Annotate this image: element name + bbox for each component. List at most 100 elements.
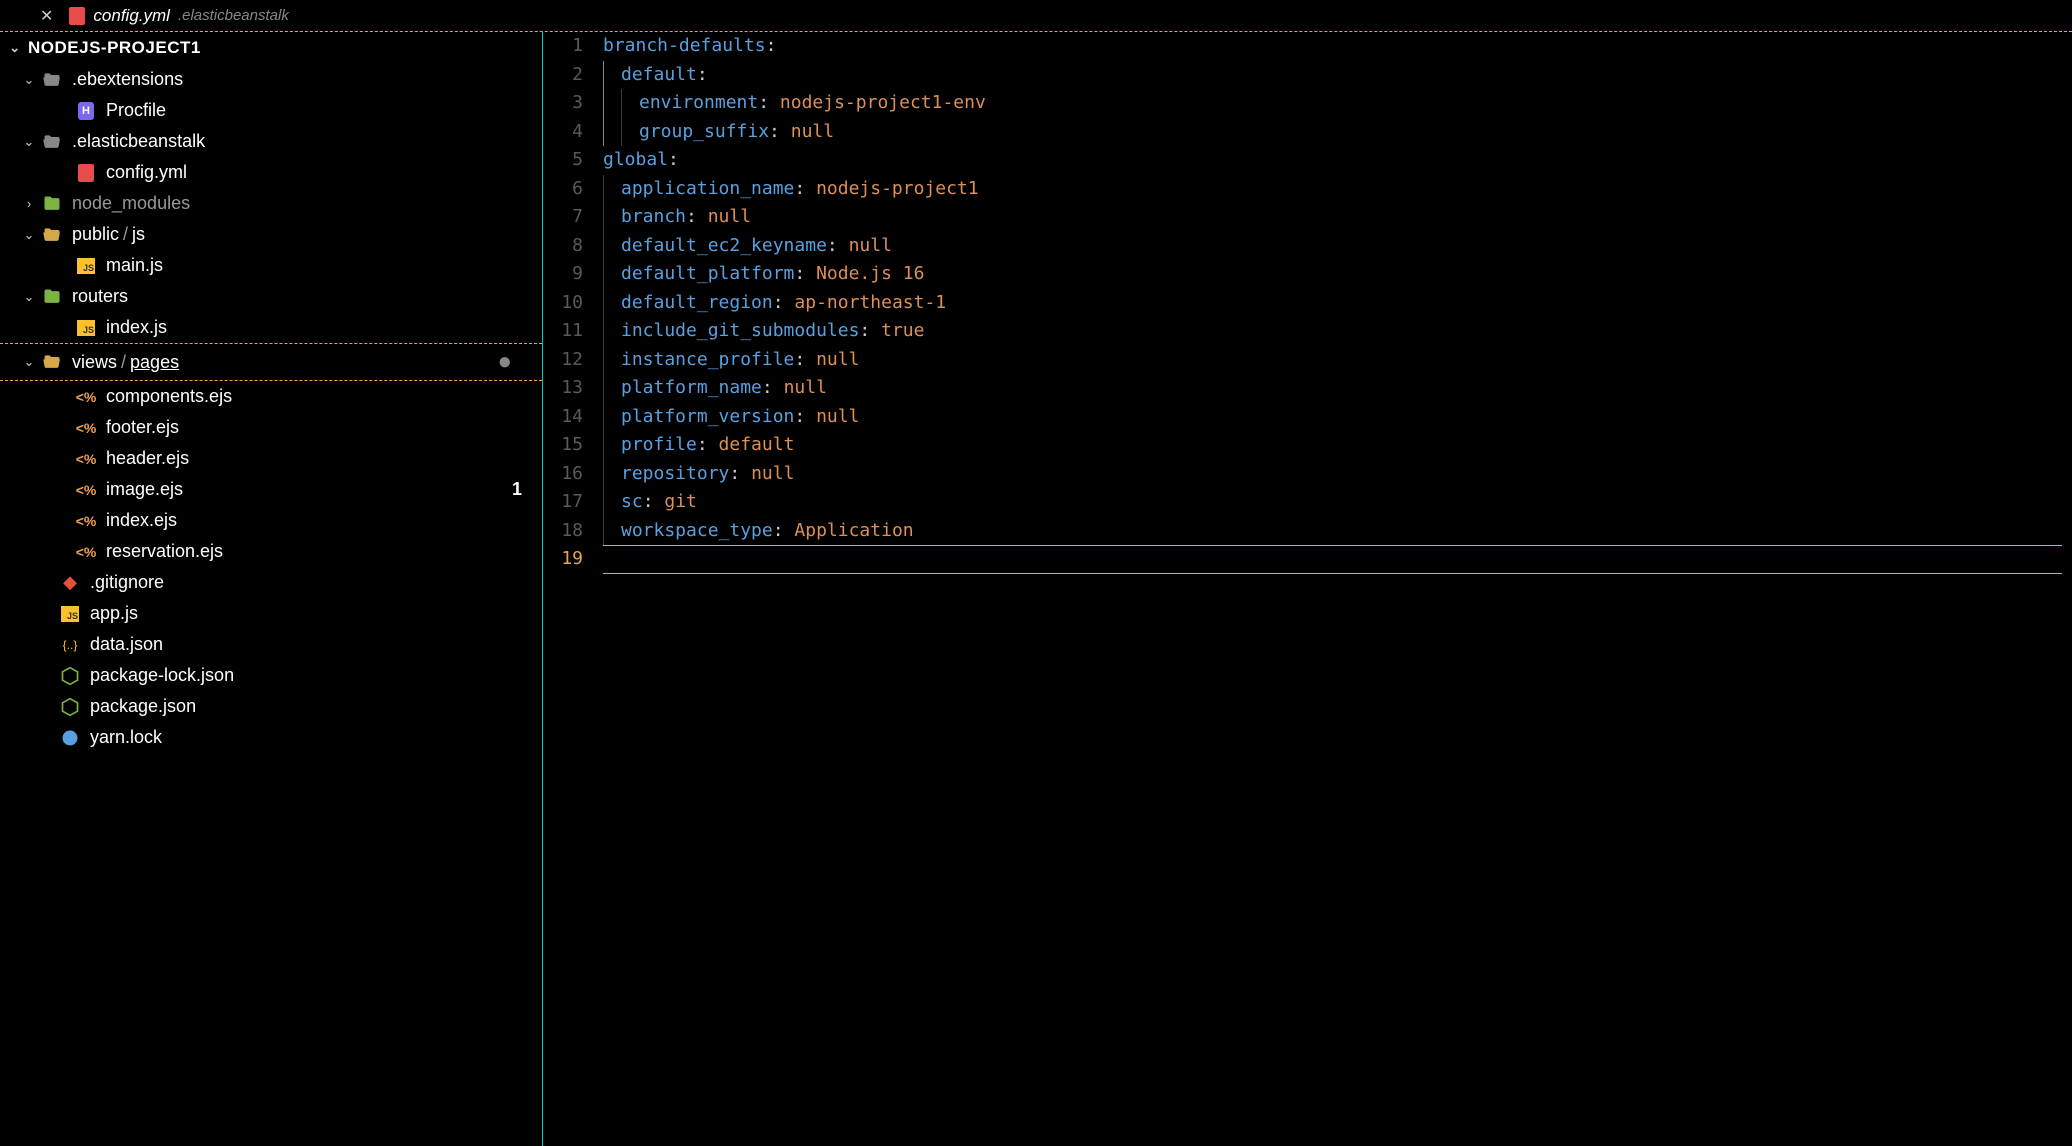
tree-item-label: main.js (106, 255, 163, 276)
tree-item-label: .elasticbeanstalk (72, 131, 205, 152)
project-header[interactable]: ⌄ NODEJS-PROJECT1 (0, 32, 542, 64)
file-config-yml[interactable]: config.yml (0, 157, 542, 188)
file-app-js[interactable]: JSapp.js (0, 598, 542, 629)
close-icon[interactable]: ✕ (40, 6, 53, 26)
code-line[interactable]: default_region: ap-northeast-1 (603, 289, 2072, 318)
tree-item-label: .ebextensions (72, 69, 183, 90)
tree-item-label: routers (72, 286, 128, 307)
line-number: 19 (543, 545, 583, 574)
js-icon: JS (60, 604, 80, 624)
line-number: 11 (543, 317, 583, 346)
line-number: 5 (543, 146, 583, 175)
tree-item-label: views (72, 352, 117, 373)
file-reservation-ejs[interactable]: <% reservation.ejs (0, 536, 542, 567)
code-line[interactable]: platform_name: null (603, 374, 2072, 403)
tree-item-label: index.js (106, 317, 167, 338)
file-image-ejs[interactable]: <%image.ejs1 (0, 474, 542, 505)
file-index-js[interactable]: JS index.js (0, 312, 542, 343)
tree-item-label: footer.ejs (106, 417, 179, 438)
file-components-ejs[interactable]: <%components.ejs (0, 381, 542, 412)
tree-item-subpath: pages (130, 352, 179, 373)
tree-item-label: header.ejs (106, 448, 189, 469)
tree-item-label: yarn.lock (90, 727, 162, 748)
folder-open-icon (42, 132, 62, 152)
folder-views[interactable]: ⌄views/pages● (0, 343, 542, 381)
folder--ebextensions[interactable]: ⌄ .ebextensions (0, 64, 542, 95)
file-package-json[interactable]: package.json (0, 691, 542, 722)
ejs-icon: <% (76, 480, 96, 500)
file-yarn-lock[interactable]: yarn.lock (0, 722, 542, 753)
code-area[interactable]: branch-defaults:default:environment: nod… (603, 32, 2072, 1146)
code-line[interactable]: instance_profile: null (603, 346, 2072, 375)
tree-item-label: index.ejs (106, 510, 177, 531)
ejs-icon: <% (76, 511, 96, 531)
line-number: 9 (543, 260, 583, 289)
code-line[interactable]: global: (603, 146, 2072, 175)
chevron-down-icon: ⌄ (20, 72, 38, 88)
chevron-down-icon: ⌄ (20, 134, 38, 150)
tree-item-label: package-lock.json (90, 665, 234, 686)
line-number: 4 (543, 118, 583, 147)
code-line[interactable]: group_suffix: null (603, 118, 2072, 147)
path-separator: / (123, 224, 128, 245)
code-editor[interactable]: 12345678910111213141516171819 branch-def… (543, 32, 2072, 1146)
line-number: 17 (543, 488, 583, 517)
code-line[interactable]: application_name: nodejs-project1 (603, 175, 2072, 204)
chevron-down-icon: ⌄ (20, 227, 38, 243)
json-icon: {..} (60, 635, 80, 655)
folder-routers[interactable]: ⌄ routers (0, 281, 542, 312)
tree-item-label: .gitignore (90, 572, 164, 593)
line-number: 1 (543, 32, 583, 61)
tree-item-label: package.json (90, 696, 196, 717)
ejs-icon: <% (76, 542, 96, 562)
code-line[interactable]: platform_version: null (603, 403, 2072, 432)
tree-item-label: reservation.ejs (106, 541, 223, 562)
code-line[interactable]: environment: nodejs-project1-env (603, 89, 2072, 118)
file--gitignore[interactable]: ◆.gitignore (0, 567, 542, 598)
unsaved-dot-icon: ● (498, 348, 543, 376)
line-number: 12 (543, 346, 583, 375)
js-icon: JS (76, 318, 96, 338)
chevron-down-icon: ⌄ (20, 289, 38, 305)
heroku-icon: H (76, 101, 96, 121)
folder-node-modules[interactable]: ›node_modules (0, 188, 542, 219)
file-header-ejs[interactable]: <% header.ejs (0, 443, 542, 474)
file-data-json[interactable]: {..}data.json (0, 629, 542, 660)
file-procfile[interactable]: HProcfile (0, 95, 542, 126)
folder-green-icon (42, 194, 62, 214)
code-line[interactable]: branch: null (603, 203, 2072, 232)
code-line[interactable] (603, 545, 2072, 574)
line-number: 3 (543, 89, 583, 118)
code-line[interactable]: include_git_submodules: true (603, 317, 2072, 346)
code-line[interactable]: branch-defaults: (603, 32, 2072, 61)
chevron-down-icon: ⌄ (20, 354, 38, 370)
line-number: 18 (543, 517, 583, 546)
tab-config-yml[interactable]: ✕ config.yml .elasticbeanstalk (30, 2, 299, 30)
code-line[interactable]: workspace_type: Application (603, 517, 2072, 546)
tree-item-label: config.yml (106, 162, 187, 183)
file-footer-ejs[interactable]: <%footer.ejs (0, 412, 542, 443)
code-line[interactable]: default_ec2_keyname: null (603, 232, 2072, 261)
tree-item-label: components.ejs (106, 386, 232, 407)
line-number: 2 (543, 61, 583, 90)
line-number: 8 (543, 232, 583, 261)
code-line[interactable]: default_platform: Node.js 16 (603, 260, 2072, 289)
code-line[interactable]: default: (603, 61, 2072, 90)
code-line[interactable]: sc: git (603, 488, 2072, 517)
folder-yellow-icon (42, 225, 62, 245)
folder-public[interactable]: ⌄public/js (0, 219, 542, 250)
file-index-ejs[interactable]: <% index.ejs (0, 505, 542, 536)
file-explorer[interactable]: ⌄ NODEJS-PROJECT1 ⌄ .ebextensions HProcfil… (0, 32, 543, 1146)
node-icon (60, 666, 80, 686)
tab-path: .elasticbeanstalk (178, 7, 289, 24)
tab-bar: ✕ config.yml .elasticbeanstalk (0, 0, 2072, 32)
code-line[interactable]: profile: default (603, 431, 2072, 460)
folder--elasticbeanstalk[interactable]: ⌄ .elasticbeanstalk (0, 126, 542, 157)
file-main-js[interactable]: JSmain.js (0, 250, 542, 281)
yaml-file-icon (69, 8, 85, 24)
ejs-icon: <% (76, 449, 96, 469)
project-name: NODEJS-PROJECT1 (28, 38, 201, 58)
file-package-lock-json[interactable]: package-lock.json (0, 660, 542, 691)
code-line[interactable]: repository: null (603, 460, 2072, 489)
line-number: 15 (543, 431, 583, 460)
